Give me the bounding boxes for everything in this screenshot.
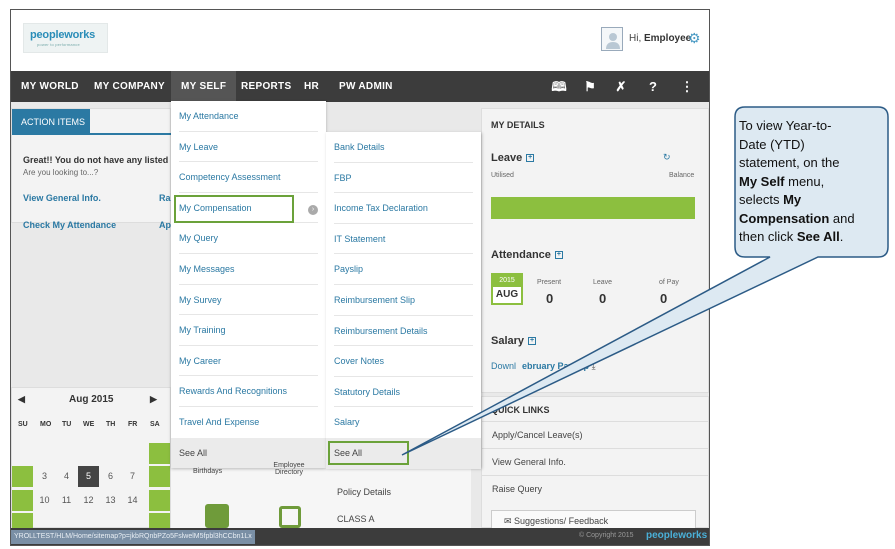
callout-line: Compensation and — [739, 210, 874, 229]
callout-line: then click See All. — [739, 228, 874, 247]
callout-line: selects My — [739, 191, 874, 210]
callout-line: Date (YTD) — [739, 136, 805, 152]
callout-text: To view Year-to- Date (YTD) statement, o… — [739, 117, 874, 247]
callout-line: statement, on the — [739, 155, 840, 170]
callout-bold: Compensation — [739, 210, 830, 226]
callout-bubble — [401, 106, 889, 456]
callout-text-run: then click — [739, 229, 797, 244]
callout-bold: My Self — [739, 173, 785, 189]
callout-line: To view Year-to- — [739, 118, 832, 133]
callout-text-run: and — [829, 210, 855, 226]
callout-line: My Self menu, — [739, 173, 874, 192]
callout-text-run: selects — [739, 192, 784, 207]
callout-text-run: menu, — [784, 173, 825, 189]
callout-bold: See All — [796, 229, 840, 244]
callout-bold: My — [783, 192, 802, 207]
callout-text-run: . — [839, 229, 844, 244]
